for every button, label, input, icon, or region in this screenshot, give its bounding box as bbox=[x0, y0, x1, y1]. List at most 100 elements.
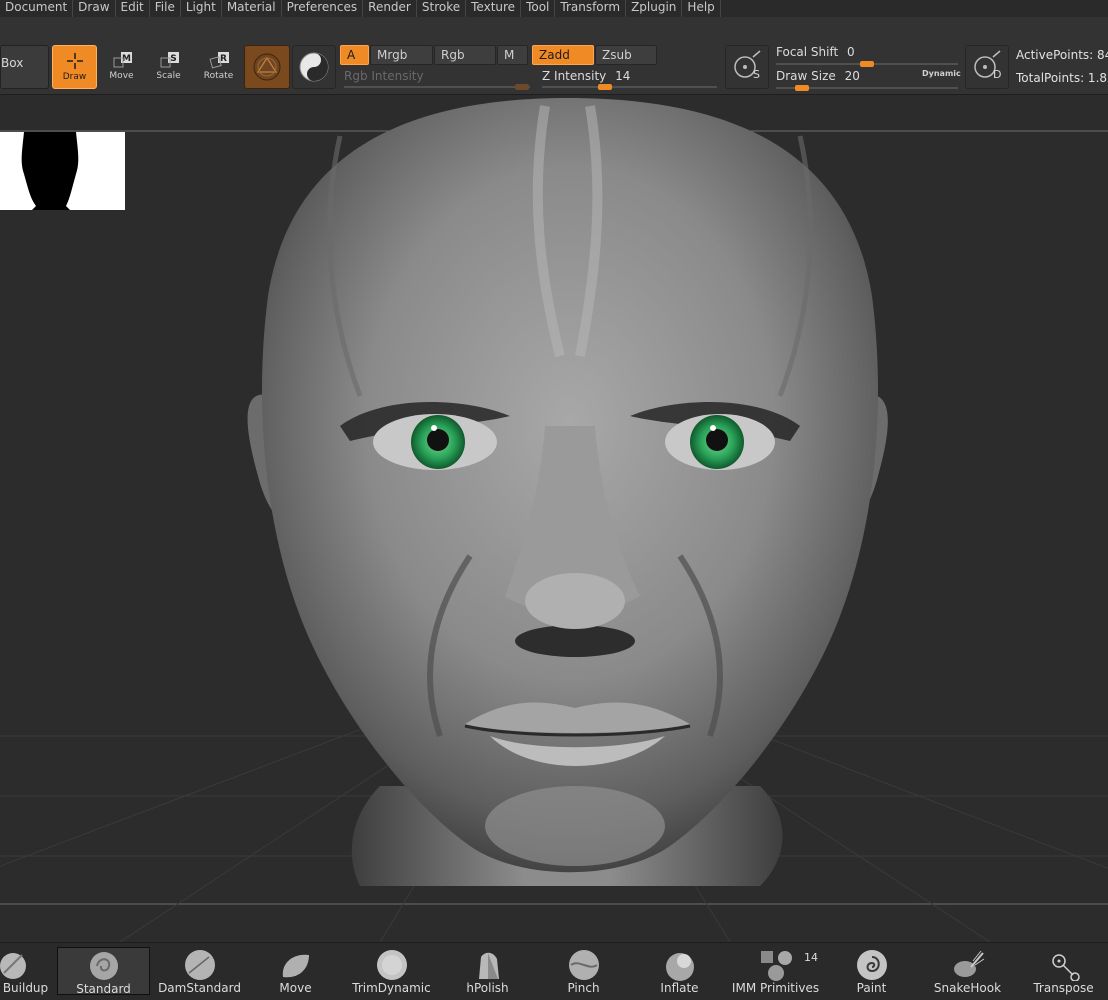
rotate-mode-label: Rotate bbox=[203, 71, 234, 81]
box-label: Box bbox=[1, 56, 24, 70]
menu-texture[interactable]: Texture bbox=[466, 0, 522, 17]
dynamic-toggle[interactable]: Dynamic bbox=[922, 69, 961, 78]
menu-light[interactable]: Light bbox=[181, 0, 222, 17]
buildup-brush-icon bbox=[0, 953, 26, 979]
menu-draw[interactable]: Draw bbox=[73, 0, 116, 17]
rgb-intensity-knob[interactable] bbox=[515, 84, 529, 90]
brush-hpolish-label: hPolish bbox=[466, 981, 509, 995]
z-intensity-label: Z Intensity bbox=[542, 69, 607, 83]
svg-text:R: R bbox=[220, 54, 227, 64]
yin-yang-icon bbox=[299, 52, 329, 82]
lazy-mouse-s-button[interactable]: S bbox=[725, 45, 769, 89]
brush-transpose[interactable]: Transpose bbox=[1017, 947, 1108, 995]
rotate-mode-button[interactable]: R Rotate bbox=[196, 45, 241, 89]
d-label: D bbox=[993, 68, 1002, 81]
brush-standard[interactable]: Standard bbox=[57, 947, 150, 996]
brush-trimdynamic[interactable]: TrimDynamic bbox=[345, 947, 438, 995]
draw-size-value: 20 bbox=[844, 69, 860, 83]
menu-bar: Document Draw Edit File Light Material P… bbox=[0, 0, 1108, 17]
brush-hpolish[interactable]: hPolish bbox=[441, 947, 534, 995]
scale-icon: S bbox=[160, 52, 179, 68]
menu-preferences[interactable]: Preferences bbox=[282, 0, 364, 17]
imm-primitives-icon bbox=[760, 951, 792, 981]
snakehook-brush-icon bbox=[953, 950, 984, 977]
brush-transpose-label: Transpose bbox=[1033, 981, 1094, 995]
brush-trimdynamic-label: TrimDynamic bbox=[352, 981, 431, 995]
paint-brush-icon bbox=[856, 950, 887, 980]
brush-snakehook[interactable]: SnakeHook bbox=[921, 947, 1014, 995]
zadd-toggle[interactable]: Zadd bbox=[532, 45, 594, 65]
draw-icon bbox=[66, 53, 83, 69]
m-toggle[interactable]: M bbox=[497, 45, 528, 65]
inflate-brush-icon bbox=[665, 953, 694, 981]
draw-size-label: Draw Size bbox=[776, 69, 836, 83]
scale-mode-button[interactable]: S Scale bbox=[146, 45, 191, 89]
menu-tool[interactable]: Tool bbox=[521, 0, 556, 17]
nose-tip-shadow bbox=[515, 625, 635, 657]
draw-mode-button[interactable]: Draw bbox=[52, 45, 97, 89]
z-intensity-track bbox=[542, 86, 717, 88]
brush-shelf: Buildup Standard DamStandard Move TrimDy… bbox=[0, 942, 1108, 1000]
brush-damstandard-label: DamStandard bbox=[158, 981, 241, 995]
scale-mode-label: Scale bbox=[156, 71, 181, 81]
texture-button[interactable] bbox=[292, 45, 336, 89]
pinch-brush-icon bbox=[568, 950, 599, 980]
a-toggle[interactable]: A bbox=[340, 45, 369, 65]
draw-size-knob[interactable] bbox=[795, 85, 809, 91]
move-brush-icon bbox=[282, 954, 309, 978]
navigation-thumbnail[interactable] bbox=[0, 132, 125, 210]
transpose-icon bbox=[1051, 954, 1080, 981]
focal-shift-label: Focal Shift bbox=[776, 45, 839, 59]
chin bbox=[485, 786, 665, 866]
top-toolbar: Box Draw M Move S Scale R Rotate A Mrgb … bbox=[0, 17, 1108, 95]
brush-move-label: Move bbox=[279, 981, 312, 995]
brush-s-icon bbox=[734, 50, 761, 78]
svg-text:S: S bbox=[170, 54, 176, 64]
head-silhouette-icon bbox=[21, 132, 79, 210]
brush-buildup[interactable]: Buildup bbox=[0, 947, 51, 995]
rgb-intensity-track bbox=[344, 86, 530, 88]
menu-edit[interactable]: Edit bbox=[116, 0, 150, 17]
focal-shift-knob[interactable] bbox=[860, 61, 874, 67]
right-eye-highlight bbox=[710, 425, 716, 431]
brush-move[interactable]: Move bbox=[249, 947, 342, 995]
brush-paint[interactable]: Paint bbox=[825, 947, 918, 995]
menu-file[interactable]: File bbox=[150, 0, 181, 17]
z-intensity-value: 14 bbox=[615, 69, 631, 83]
focal-shift-slider[interactable]: Focal Shift 0 bbox=[776, 45, 958, 67]
brush-d-icon bbox=[974, 50, 1001, 78]
move-mode-label: Move bbox=[109, 71, 134, 81]
draw-mode-label: Draw bbox=[62, 72, 87, 82]
z-intensity-slider[interactable]: Z Intensity 14 bbox=[542, 69, 717, 90]
material-sphere-icon bbox=[253, 53, 281, 81]
s-label: S bbox=[753, 68, 760, 81]
menu-document[interactable]: Document bbox=[0, 0, 74, 17]
rgb-toggle[interactable]: Rgb bbox=[434, 45, 496, 65]
menu-transform[interactable]: Transform bbox=[555, 0, 627, 17]
hpolish-brush-icon bbox=[478, 952, 499, 979]
z-intensity-knob[interactable] bbox=[598, 84, 612, 90]
rotate-icon: R bbox=[208, 52, 229, 69]
focal-shift-value: 0 bbox=[847, 45, 855, 59]
brush-inflate-label: Inflate bbox=[660, 981, 699, 995]
rgb-intensity-slider[interactable]: Rgb Intensity bbox=[344, 69, 532, 90]
move-mode-button[interactable]: M Move bbox=[99, 45, 144, 89]
zsub-toggle[interactable]: Zsub bbox=[595, 45, 657, 65]
menu-zplugin[interactable]: Zplugin bbox=[626, 0, 683, 17]
mrgb-toggle[interactable]: Mrgb bbox=[370, 45, 433, 65]
brush-pinch[interactable]: Pinch bbox=[537, 947, 630, 995]
active-points-readout: ActivePoints: 849 bbox=[1016, 48, 1108, 62]
menu-render[interactable]: Render bbox=[363, 0, 417, 17]
material-button[interactable] bbox=[244, 45, 290, 89]
right-pupil bbox=[706, 429, 728, 451]
brush-inflate[interactable]: Inflate bbox=[633, 947, 726, 995]
brush-damstandard[interactable]: DamStandard bbox=[153, 947, 246, 995]
move-icon: M bbox=[113, 52, 132, 68]
canvas-viewport[interactable] bbox=[0, 96, 1108, 942]
menu-material[interactable]: Material bbox=[222, 0, 282, 17]
standard-brush-icon bbox=[89, 952, 118, 980]
menu-stroke[interactable]: Stroke bbox=[417, 0, 467, 17]
menu-help[interactable]: Help bbox=[682, 0, 721, 17]
box-button[interactable]: Box bbox=[0, 45, 49, 89]
lazy-mouse-d-button[interactable]: D bbox=[965, 45, 1009, 89]
